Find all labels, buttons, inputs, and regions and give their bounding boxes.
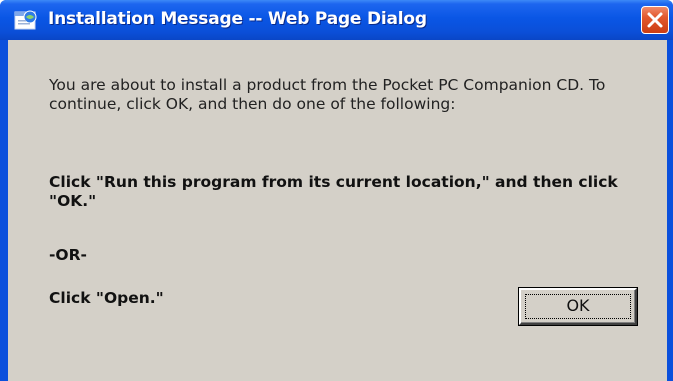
close-icon — [647, 12, 663, 28]
instruction-run-program: Click "Run this program from its current… — [49, 173, 618, 210]
focus-rectangle — [525, 294, 631, 319]
window-title: Installation Message -- Web Page Dialog — [48, 9, 427, 29]
dialog-window: Installation Message -- Web Page Dialog … — [0, 0, 673, 381]
ok-button[interactable]: OK — [519, 288, 637, 325]
or-separator: -OR- — [49, 246, 87, 264]
title-bar[interactable]: Installation Message -- Web Page Dialog — [0, 0, 673, 40]
web-page-icon — [14, 9, 38, 31]
intro-text: You are about to install a product from … — [49, 76, 606, 113]
close-button[interactable] — [641, 6, 669, 34]
dialog-body: You are about to install a product from … — [8, 40, 667, 381]
